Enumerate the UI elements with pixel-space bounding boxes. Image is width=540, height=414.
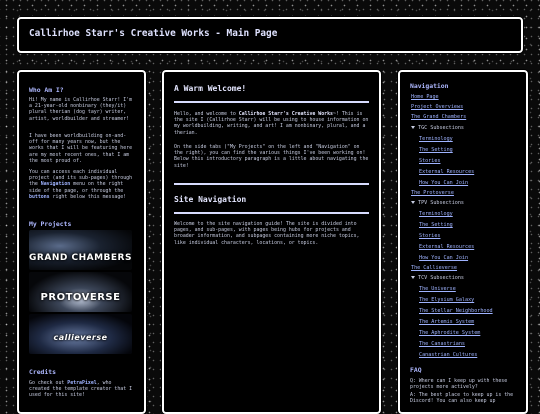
triangle-down-icon xyxy=(411,201,415,204)
welcome-divider xyxy=(174,101,369,103)
project-label-callieverse: callieverse xyxy=(53,332,108,342)
site-navigation-paragraph: Welcome to the site navigation guide! Th… xyxy=(174,221,360,246)
nav-tpv-label: TPV Subsections xyxy=(418,200,465,206)
about-paragraph-3: You can access each individual project (… xyxy=(29,169,133,200)
nav-tgc-setting[interactable]: The Setting xyxy=(419,147,453,153)
nav-tpv-subsections-toggle[interactable]: TPV Subsections xyxy=(411,200,464,206)
right-sidebar: Navigation Home Page Project Overviews T… xyxy=(398,70,528,414)
welcome-site-name: Callirhoe Starr's Creative Works xyxy=(238,111,334,117)
project-button-callieverse[interactable]: callieverse xyxy=(29,314,132,354)
header-banner: Callirhoe Starr's Creative Works - Main … xyxy=(17,17,523,53)
nav-tgc-external-resources[interactable]: External Resources xyxy=(419,169,474,175)
about-paragraph-1: Hi! My name is Callirhoe Starr! I'm a 21… xyxy=(29,97,133,122)
nav-tpv-terminology[interactable]: Terminology xyxy=(419,211,453,217)
welcome-heading: A Warm Welcome! xyxy=(174,84,247,93)
project-label-protoverse: PROTOVERSE xyxy=(40,291,121,303)
site-navigation-heading: Site Navigation xyxy=(174,195,247,204)
nav-tgc-label: TGC Subsections xyxy=(418,125,465,131)
welcome-paragraph-1: Hello, and welcome to Callirhoe Starr's … xyxy=(174,111,370,136)
nav-grand-chambers[interactable]: The Grand Chambers xyxy=(411,114,466,120)
page-title: Callirhoe Starr's Creative Works - Main … xyxy=(29,28,278,39)
welcome-paragraph-2: On the side tabs ("My Projects" on the l… xyxy=(174,144,369,169)
about-paragraph-2: I have been worldbuilding on-and-off for… xyxy=(29,133,133,164)
triangle-down-icon xyxy=(411,276,415,279)
nav-tcv-artemis-system[interactable]: The Artemis System xyxy=(419,319,474,325)
nav-tcv-subsections-toggle[interactable]: TCV Subsections xyxy=(411,275,464,281)
faq-question-1: Q: Where can I keep up with these projec… xyxy=(410,378,508,391)
project-label-grand-chambers: GRAND CHAMBERS xyxy=(29,253,132,263)
nav-tcv-label: TCV Subsections xyxy=(418,275,465,281)
nav-tcv-canastrian-cultures[interactable]: Canastrian Cultures xyxy=(419,352,477,358)
nav-tcv-aphrodite-system[interactable]: The Aphrodite System xyxy=(419,330,480,336)
section-divider xyxy=(174,183,369,185)
nav-protoverse[interactable]: The Protoverse xyxy=(411,190,454,196)
about-title: Who Am I? xyxy=(29,86,64,94)
nav-tgc-subsections-toggle[interactable]: TGC Subsections xyxy=(411,125,464,131)
nav-home-page[interactable]: Home Page xyxy=(411,94,439,100)
nav-tgc-stories[interactable]: Stories xyxy=(419,158,440,164)
triangle-down-icon xyxy=(411,126,415,129)
nav-tpv-setting[interactable]: The Setting xyxy=(419,222,453,228)
nav-tpv-stories[interactable]: Stories xyxy=(419,233,440,239)
nav-callieverse[interactable]: The Callieverse xyxy=(411,265,457,271)
project-button-grand-chambers[interactable]: GRAND CHAMBERS xyxy=(29,230,132,270)
nav-tpv-how-to-join[interactable]: How You Can Join xyxy=(419,255,468,261)
about-p3-text-3: right below this message! xyxy=(49,193,127,200)
nav-tgc-terminology[interactable]: Terminology xyxy=(419,136,453,142)
nav-tcv-stellar-neighborhood[interactable]: The Stellar Neighborhood xyxy=(419,308,493,314)
about-p3-navigation: Navigation xyxy=(40,181,71,188)
nav-tgc-how-to-join[interactable]: How You Can Join xyxy=(419,180,468,186)
nav-tcv-elysium-galaxy[interactable]: The Elysium Galaxy xyxy=(419,297,474,303)
credits-text-1: Go check out xyxy=(29,380,68,386)
main-content: A Warm Welcome! Hello, and welcome to Ca… xyxy=(162,70,381,414)
about-p3-buttons: buttons xyxy=(29,193,50,200)
nav-tcv-canastrians[interactable]: The Canastrians xyxy=(419,341,465,347)
nav-tcv-universe[interactable]: The Universe xyxy=(419,286,456,292)
welcome-p1-text: Hello, and welcome to xyxy=(174,111,239,117)
site-navigation-divider xyxy=(174,212,369,214)
credits-text: Go check out PetraPixel, who created the… xyxy=(29,380,133,399)
credits-link-petrapixel[interactable]: PetraPixel xyxy=(67,380,96,386)
nav-project-overviews[interactable]: Project Overviews xyxy=(411,104,463,110)
navigation-title: Navigation xyxy=(410,82,449,90)
nav-tpv-external-resources[interactable]: External Resources xyxy=(419,244,474,250)
projects-title: My Projects xyxy=(29,220,72,228)
project-button-protoverse[interactable]: PROTOVERSE xyxy=(29,272,132,312)
credits-title: Credits xyxy=(29,368,56,376)
faq-title: FAQ xyxy=(410,366,422,374)
faq-answer-1: A: The best place to keep up is the Disc… xyxy=(410,392,514,405)
left-sidebar: Who Am I? Hi! My name is Callirhoe Starr… xyxy=(17,70,146,414)
